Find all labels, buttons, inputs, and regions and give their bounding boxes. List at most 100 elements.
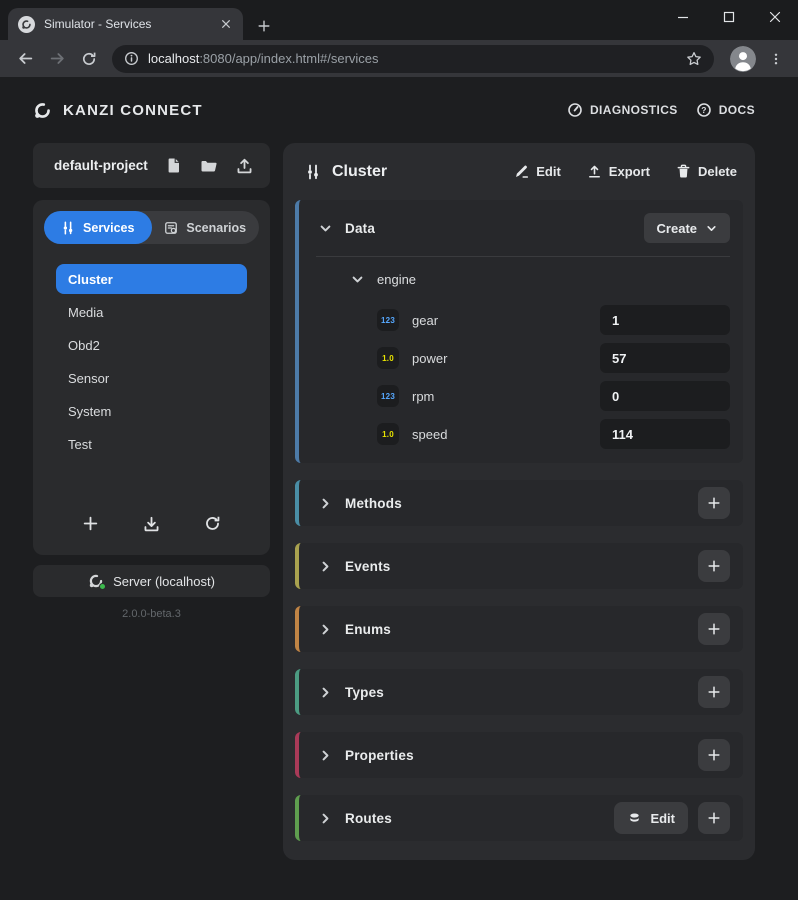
add-route-button[interactable] <box>698 802 730 834</box>
kanzi-logo-icon <box>33 101 52 120</box>
back-button[interactable] <box>10 44 40 74</box>
section-routes: Routes Edit <box>295 795 743 841</box>
create-button[interactable]: Create <box>644 213 730 243</box>
chevron-down-icon <box>319 222 332 235</box>
diagnostics-label: DIAGNOSTICS <box>590 103 678 117</box>
browser-toolbar: localhost:8080/app/index.html#/services <box>0 40 798 77</box>
section-header[interactable]: Routes Edit <box>299 795 743 841</box>
data-group-engine[interactable]: engine <box>299 257 743 301</box>
section-header[interactable]: Events <box>299 543 743 589</box>
project-name: default-project <box>54 158 148 173</box>
new-file-icon[interactable] <box>166 157 182 174</box>
chevron-down-icon <box>706 223 717 234</box>
add-service-plus-icon[interactable] <box>82 515 99 532</box>
service-item-sensor[interactable]: Sensor <box>56 363 247 393</box>
tab-services[interactable]: Services <box>44 211 152 244</box>
int-type-badge: 123 <box>377 309 399 331</box>
add-property-button[interactable] <box>698 739 730 771</box>
field-value-input[interactable] <box>600 305 730 335</box>
profile-avatar[interactable] <box>730 46 756 72</box>
window-controls <box>660 0 798 34</box>
export-label: Export <box>609 164 650 179</box>
field-value-input[interactable] <box>600 381 730 411</box>
float-type-badge: 1.0 <box>377 423 399 445</box>
tab-scenarios[interactable]: Scenarios <box>152 211 260 244</box>
chevron-right-icon <box>319 686 332 699</box>
section-events: Events <box>295 543 743 589</box>
services-card: Services Scenarios Cluster Media Obd2 Se… <box>33 200 270 555</box>
service-detail-panel: Cluster Edit Export <box>283 143 755 860</box>
chevron-right-icon <box>319 812 332 825</box>
url-path: :8080/app/index.html#/services <box>199 51 378 66</box>
server-label: Server (localhost) <box>113 574 215 589</box>
routes-edit-button[interactable]: Edit <box>614 802 688 834</box>
field-value-input[interactable] <box>600 419 730 449</box>
delete-service-button[interactable]: Delete <box>676 164 737 179</box>
browser-menu-kebab-icon[interactable] <box>764 45 788 73</box>
section-data: Data Create engine <box>295 200 743 463</box>
left-sidebar: default-project Services <box>33 143 270 860</box>
data-field-speed: 1.0 speed <box>299 415 743 453</box>
server-status-dot <box>99 583 106 590</box>
browser-tab[interactable]: Simulator - Services <box>8 8 243 40</box>
section-header[interactable]: Types <box>299 669 743 715</box>
tab-close-icon[interactable] <box>217 15 235 33</box>
data-field-power: 1.0 power <box>299 339 743 377</box>
bookmark-star-icon[interactable] <box>686 51 702 67</box>
minimize-button[interactable] <box>660 0 706 34</box>
docs-button[interactable]: ? DOCS <box>696 102 755 118</box>
maximize-button[interactable] <box>706 0 752 34</box>
float-type-badge: 1.0 <box>377 347 399 369</box>
service-item-media[interactable]: Media <box>56 297 247 327</box>
url-bar[interactable]: localhost:8080/app/index.html#/services <box>112 45 714 73</box>
close-window-button[interactable] <box>752 0 798 34</box>
service-item-obd2[interactable]: Obd2 <box>56 330 247 360</box>
service-list: Cluster Media Obd2 Sensor System Test <box>44 264 259 515</box>
add-method-button[interactable] <box>698 487 730 519</box>
tab-services-label: Services <box>83 221 134 235</box>
create-label: Create <box>657 221 697 236</box>
delete-label: Delete <box>698 164 737 179</box>
server-button[interactable]: Server (localhost) <box>33 565 270 597</box>
section-label: Data <box>345 221 375 236</box>
export-service-button[interactable]: Export <box>587 164 650 179</box>
sidebar-tabs: Services Scenarios <box>44 211 259 244</box>
section-label: Events <box>345 559 390 574</box>
app-header: KANZI CONNECT DIAGNOSTICS ? DOCS <box>33 77 755 143</box>
section-enums: Enums <box>295 606 743 652</box>
import-service-download-icon[interactable] <box>143 515 160 532</box>
tab-title: Simulator - Services <box>44 17 217 31</box>
service-item-system[interactable]: System <box>56 396 247 426</box>
section-header[interactable]: Methods <box>299 480 743 526</box>
edit-service-button[interactable]: Edit <box>514 164 561 179</box>
refresh-services-icon[interactable] <box>204 515 221 532</box>
section-header[interactable]: Enums <box>299 606 743 652</box>
server-link-icon <box>88 573 104 589</box>
url-host: localhost <box>148 51 199 66</box>
chevron-right-icon <box>319 560 332 573</box>
new-tab-button[interactable] <box>257 19 271 33</box>
section-label: Types <box>345 685 384 700</box>
brand-title: KANZI CONNECT <box>63 102 203 119</box>
add-enum-button[interactable] <box>698 613 730 645</box>
open-folder-icon[interactable] <box>200 158 218 174</box>
kanzi-logo-favicon-icon <box>18 16 35 33</box>
service-item-test[interactable]: Test <box>56 429 247 459</box>
section-header[interactable]: Properties <box>299 732 743 778</box>
service-list-actions <box>44 515 259 532</box>
export-icon <box>587 164 602 179</box>
help-icon: ? <box>696 102 712 118</box>
service-title: Cluster <box>332 163 488 181</box>
site-info-icon[interactable] <box>124 51 139 66</box>
forward-button[interactable] <box>42 44 72 74</box>
add-event-button[interactable] <box>698 550 730 582</box>
add-type-button[interactable] <box>698 676 730 708</box>
service-item-cluster[interactable]: Cluster <box>56 264 247 294</box>
reload-button[interactable] <box>74 44 104 74</box>
upload-project-icon[interactable] <box>236 157 253 174</box>
diagnostics-button[interactable]: DIAGNOSTICS <box>567 102 678 118</box>
section-data-header[interactable]: Data Create <box>299 200 743 256</box>
svg-text:?: ? <box>701 105 707 115</box>
section-label: Enums <box>345 622 391 637</box>
field-value-input[interactable] <box>600 343 730 373</box>
